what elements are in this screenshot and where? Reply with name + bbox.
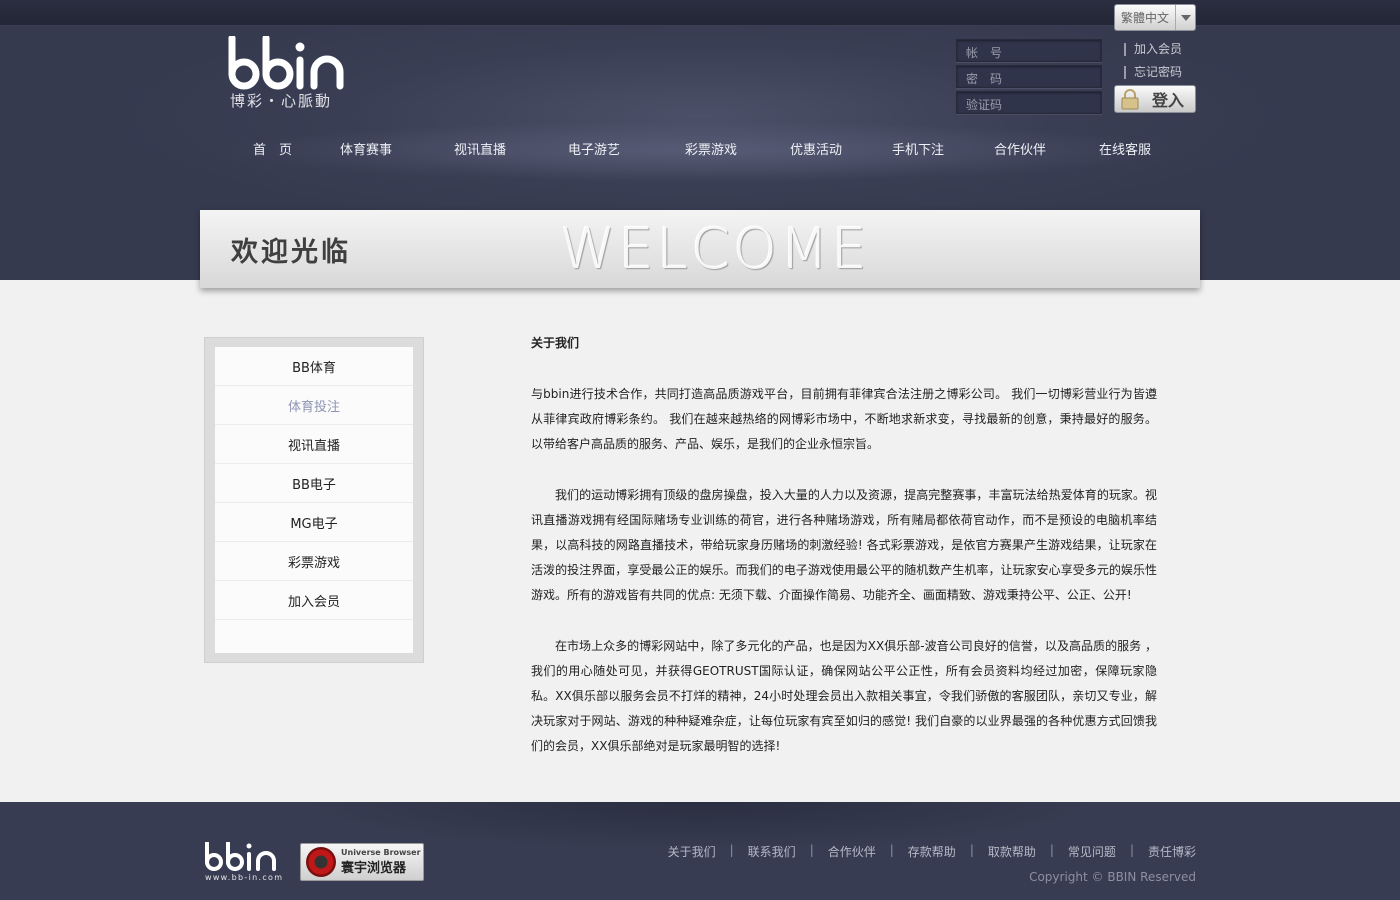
sidebar: BB体育 体育投注 视讯直播 BB电子 MG电子 彩票游戏 加入会员: [204, 337, 424, 663]
password-placeholder: 密 码: [966, 72, 1003, 86]
footer-link-partners[interactable]: 合作伙伴: [828, 843, 876, 860]
footer-link-withdraw-help[interactable]: 取款帮助: [988, 843, 1036, 860]
copyright: Copyright © BBIN Reserved: [1029, 870, 1196, 884]
account-placeholder: 帐 号: [966, 46, 1003, 60]
sidebar-item-bb-sports[interactable]: BB体育: [215, 347, 413, 386]
language-select-value: 繁體中文: [1121, 11, 1170, 25]
footer-bbin-logo[interactable]: [204, 842, 286, 872]
captcha-field[interactable]: 验证码: [956, 91, 1102, 114]
footer-links: 关于我们 | 联系我们 | 合作伙伴 | 存款帮助 | 取款帮助 | 常见问题 …: [667, 843, 1196, 860]
lock-icon: [1121, 89, 1139, 110]
footer: www.bb-in.com Universe Browser 寰宇浏览器 关于我…: [0, 802, 1400, 900]
nav-partners[interactable]: 合作伙伴: [994, 139, 1046, 158]
sidebar-item-live-video[interactable]: 视讯直播: [215, 425, 413, 464]
sidebar-menu: BB体育 体育投注 视讯直播 BB电子 MG电子 彩票游戏 加入会员: [215, 347, 413, 653]
welcome-banner: 欢迎光临 WELCOME: [200, 210, 1200, 288]
sidebar-item-sports-betting[interactable]: 体育投注: [215, 386, 413, 425]
login-button-label: 登入: [1151, 91, 1184, 110]
join-member-link[interactable]: 加入会员: [1124, 43, 1182, 56]
nav-live-video[interactable]: 视讯直播: [454, 139, 506, 158]
footer-link-contact[interactable]: 联系我们: [748, 843, 796, 860]
sidebar-item-mg-electronic[interactable]: MG电子: [215, 503, 413, 542]
universe-browser-badge[interactable]: Universe Browser 寰宇浏览器: [300, 843, 424, 881]
logo-tagline: 博彩・心脈動: [230, 92, 333, 110]
about-content: 关于我们 与bbin进行技术合作，共同打造高品质游戏平台，目前拥有菲律宾合法注册…: [531, 334, 1157, 785]
browser-badge-line1: Universe Browser: [341, 848, 421, 857]
nav-mobile-betting[interactable]: 手机下注: [892, 139, 944, 158]
content-paragraph: 在市场上众多的博彩网站中，除了多元化的产品，也是因为XX俱乐部-波音公司良好的信…: [531, 638, 1157, 754]
nav-lottery[interactable]: 彩票游戏: [685, 139, 737, 158]
footer-link-deposit-help[interactable]: 存款帮助: [908, 843, 956, 860]
nav-online-support[interactable]: 在线客服: [1099, 139, 1151, 158]
captcha-placeholder: 验证码: [966, 98, 1003, 112]
password-field[interactable]: 密 码: [956, 65, 1102, 88]
account-field[interactable]: 帐 号: [956, 39, 1102, 62]
sidebar-item-join-member[interactable]: 加入会员: [215, 581, 413, 620]
sidebar-item-lottery[interactable]: 彩票游戏: [215, 542, 413, 581]
sidebar-item-bb-electronic[interactable]: BB电子: [215, 464, 413, 503]
footer-link-about[interactable]: 关于我们: [668, 843, 716, 860]
content-paragraph: 与bbin进行技术合作，共同打造高品质游戏平台，目前拥有菲律宾合法注册之博彩公司…: [531, 387, 1157, 452]
browser-badge-line2: 寰宇浏览器: [341, 861, 407, 876]
browser-logo-icon: [306, 847, 336, 877]
forgot-password-link[interactable]: 忘记密码: [1124, 66, 1182, 79]
chevron-down-icon[interactable]: [1175, 5, 1195, 30]
nav-sports[interactable]: 体育赛事: [340, 139, 392, 158]
main-nav: 首 页 体育赛事 视讯直播 电子游艺 彩票游戏 优惠活动 手机下注 合作伙伴 在…: [200, 139, 1200, 161]
welcome-title-en: WELCOME: [560, 217, 870, 282]
login-button[interactable]: 登入: [1114, 85, 1196, 113]
content-heading: 关于我们: [531, 336, 580, 350]
footer-link-faq[interactable]: 常见问题: [1068, 843, 1116, 860]
footer-logo-url: www.bb-in.com: [205, 873, 284, 882]
nav-promotions[interactable]: 优惠活动: [790, 139, 842, 158]
language-select[interactable]: 繁體中文: [1114, 4, 1196, 31]
footer-link-responsible-gaming[interactable]: 责任博彩: [1148, 843, 1196, 860]
nav-electronic-games[interactable]: 电子游艺: [568, 139, 620, 158]
bbin-logo[interactable]: [226, 36, 356, 96]
welcome-title-cn: 欢迎光临: [231, 237, 351, 268]
nav-home[interactable]: 首 页: [253, 139, 292, 158]
content-paragraph: 我们的运动博彩拥有顶级的盘房操盘，投入大量的人力以及资源，提高完整赛事，丰富玩法…: [531, 487, 1157, 603]
